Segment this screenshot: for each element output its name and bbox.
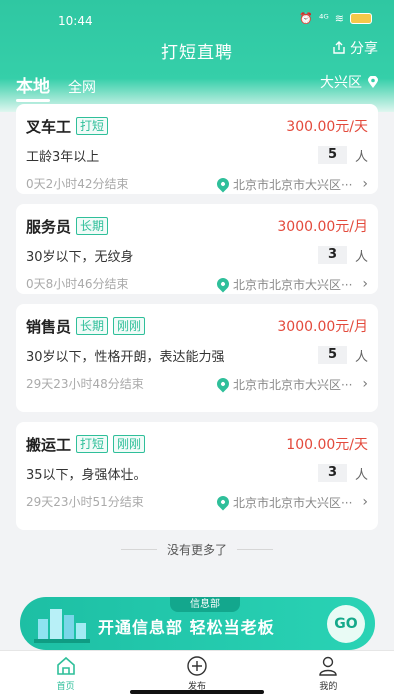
job-list: 叉车工 打短 300.00元/天 工龄3年以上 5 人 0天2小时42分结束 北… — [16, 104, 378, 540]
share-button[interactable]: 分享 — [332, 38, 378, 58]
chevron-right-icon: › — [362, 376, 368, 392]
divider — [237, 549, 273, 550]
job-requirement: 工龄3年以上 — [26, 149, 100, 165]
job-tag: 打短 — [76, 435, 109, 453]
job-countdown: 29天23小时48分结束 — [26, 377, 144, 391]
location-selector[interactable]: 大兴区 — [320, 72, 378, 92]
chevron-right-icon: › — [362, 176, 368, 192]
city-illustration-icon — [34, 609, 90, 643]
job-card[interactable]: 搬运工 打短 刚刚 100.00元/天 35以下，身强体壮。 3 人 29天23… — [16, 422, 378, 530]
headcount-unit: 人 — [354, 467, 368, 483]
headcount: 3 — [317, 464, 347, 482]
divider — [120, 549, 157, 550]
headcount-unit: 人 — [354, 149, 368, 165]
location-pin-icon — [368, 75, 378, 88]
promo-banner[interactable]: 信息部 开通信息部 轻松当老板 GO — [20, 597, 375, 650]
job-title: 销售员 — [26, 317, 72, 336]
job-countdown: 0天2小时42分结束 — [26, 177, 129, 191]
job-salary: 300.00元/天 — [286, 119, 368, 135]
status-icons: ⏰ ⁴ᴳ ≋ — [299, 12, 372, 25]
battery-icon — [350, 13, 372, 24]
job-tag: 长期 — [76, 217, 109, 235]
headcount-unit: 人 — [354, 249, 368, 265]
share-icon — [333, 41, 345, 54]
go-button[interactable]: GO — [327, 605, 365, 643]
tabbar-item-home[interactable]: 首页 — [0, 651, 131, 700]
plus-circle-icon — [187, 656, 207, 676]
location-label: 大兴区 — [320, 75, 362, 91]
header: 10:44 ⏰ ⁴ᴳ ≋ 打短直聘 分享 本地 全网 大兴区 — [0, 0, 394, 112]
job-salary: 100.00元/天 — [286, 437, 368, 453]
headcount: 3 — [317, 246, 347, 264]
job-address: 北京市北京市大兴区··· — [232, 377, 353, 392]
job-tag: 长期 — [76, 317, 109, 335]
job-title: 服务员 — [26, 217, 72, 236]
job-card[interactable]: 服务员 长期 3000.00元/月 30岁以下，无纹身 3 人 0天8小时46分… — [16, 204, 378, 294]
location-pin-icon — [214, 375, 232, 393]
home-indicator — [130, 690, 264, 694]
job-card[interactable]: 叉车工 打短 300.00元/天 工龄3年以上 5 人 0天2小时42分结束 北… — [16, 104, 378, 194]
job-address: 北京市北京市大兴区··· — [232, 495, 353, 510]
tab-local[interactable]: 本地 — [16, 72, 50, 102]
no-more-label: 没有更多了 — [166, 543, 227, 557]
job-salary: 3000.00元/月 — [277, 219, 368, 235]
job-title: 搬运工 — [26, 435, 72, 454]
tabbar-label: 我的 — [319, 682, 338, 692]
location-pin-icon — [214, 493, 232, 511]
job-tag: 打短 — [76, 117, 109, 135]
tab-all[interactable]: 全网 — [68, 77, 96, 97]
tabbar-item-mine[interactable]: 我的 — [263, 651, 394, 700]
user-icon — [319, 656, 338, 676]
banner-text: 开通信息部 轻松当老板 — [98, 618, 275, 637]
location-pin-icon — [214, 275, 232, 293]
job-requirement: 30岁以下，性格开朗，表达能力强 — [26, 349, 225, 365]
job-salary: 3000.00元/月 — [277, 319, 368, 335]
headcount: 5 — [317, 146, 347, 164]
job-address: 北京市北京市大兴区··· — [232, 277, 353, 292]
list-end-indicator: 没有更多了 — [0, 541, 394, 558]
job-tag: 刚刚 — [113, 435, 146, 453]
job-requirement: 35以下，身强体壮。 — [26, 467, 147, 483]
headcount-unit: 人 — [354, 349, 368, 365]
status-time: 10:44 — [58, 14, 93, 28]
job-card[interactable]: 销售员 长期 刚刚 3000.00元/月 30岁以下，性格开朗，表达能力强 5 … — [16, 304, 378, 412]
alarm-icon: ⏰ — [299, 12, 313, 25]
location-pin-icon — [214, 175, 232, 193]
tabbar-label: 首页 — [56, 682, 75, 692]
wifi-icon: ≋ — [334, 12, 344, 25]
headcount: 5 — [317, 346, 347, 364]
banner-tag: 信息部 — [170, 597, 240, 612]
job-countdown: 29天23小时51分结束 — [26, 495, 144, 509]
signal-icon: ⁴ᴳ — [319, 12, 329, 25]
chevron-right-icon: › — [362, 494, 368, 510]
job-tag: 刚刚 — [113, 317, 146, 335]
job-address: 北京市北京市大兴区··· — [232, 177, 353, 192]
status-bar: 10:44 ⏰ ⁴ᴳ ≋ — [0, 0, 394, 40]
job-countdown: 0天8小时46分结束 — [26, 277, 129, 291]
share-label: 分享 — [350, 41, 378, 57]
job-title: 叉车工 — [26, 117, 72, 136]
job-requirement: 30岁以下，无纹身 — [26, 249, 134, 265]
chevron-right-icon: › — [362, 276, 368, 292]
home-icon — [56, 656, 75, 675]
region-tabs: 本地 全网 — [16, 72, 96, 102]
